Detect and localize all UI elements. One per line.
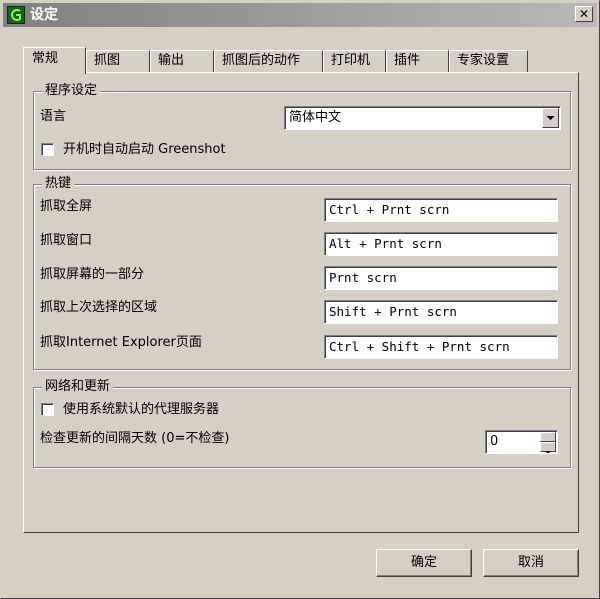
hotkey-field-last-region[interactable]: Shift + Prnt scrn xyxy=(324,300,558,324)
update-interval-label: 检查更新的间隔天数 (0=不检查) xyxy=(40,431,230,446)
chevron-down-icon[interactable] xyxy=(542,108,559,128)
hotkey-label-region: 抓取屏幕的一部分 xyxy=(40,267,145,282)
language-label: 语言 xyxy=(40,109,67,124)
close-button[interactable]: ✕ xyxy=(575,6,593,22)
hotkeys-group: 热键 抓取全屏 Ctrl + Prnt scrn 抓取窗口 Alt + Prnt… xyxy=(33,176,571,370)
hotkey-value: Ctrl + Prnt scrn xyxy=(329,202,450,217)
title-bar[interactable]: 设定 ✕ xyxy=(3,3,597,27)
hotkey-value: Shift + Prnt scrn xyxy=(329,304,457,319)
language-select[interactable]: 简体中文 xyxy=(284,106,561,130)
spin-down-icon[interactable] xyxy=(540,442,556,453)
hotkey-field-window[interactable]: Alt + Prnt scrn xyxy=(324,232,558,256)
group-title: 热键 xyxy=(42,176,75,192)
proxy-label: 使用系统默认的代理服务器 xyxy=(63,402,220,417)
hotkey-value: Alt + Prnt scrn xyxy=(329,236,442,251)
network-group: 网络和更新 使用系统默认的代理服务器 检查更新的间隔天数 (0=不检查) 0 xyxy=(33,379,571,468)
hotkey-value: Prnt scrn xyxy=(329,270,397,285)
update-interval-spinner[interactable]: 0 xyxy=(485,430,558,454)
cancel-button[interactable]: 取消 xyxy=(483,549,579,577)
tab-printer[interactable]: 打印机 xyxy=(323,50,386,72)
greenshot-app-icon xyxy=(7,6,25,24)
general-tab-panel: 程序设定 语言 简体中文 开机时自动启动 Greenshot 热键 抓取全屏 C… xyxy=(23,72,579,533)
tab-capture[interactable]: 抓图 xyxy=(86,50,150,72)
hotkey-label-ie: 抓取Internet Explorer页面 xyxy=(40,335,202,350)
hotkey-label-window: 抓取窗口 xyxy=(40,233,93,248)
tab-general[interactable]: 常规 xyxy=(23,47,86,74)
proxy-checkbox[interactable] xyxy=(41,403,54,416)
window-title: 设定 xyxy=(30,7,58,23)
update-interval-value: 0 xyxy=(490,434,499,449)
settings-window: 设定 ✕ 常规 抓图 输出 抓图后的动作 打印机 插件 专家设置 程序设定 语言… xyxy=(0,0,600,599)
hotkey-field-region[interactable]: Prnt scrn xyxy=(324,266,558,290)
autostart-checkbox[interactable] xyxy=(41,143,54,156)
hotkey-label-last-region: 抓取上次选择的区域 xyxy=(40,300,158,315)
program-settings-group: 程序设定 语言 简体中文 开机时自动启动 Greenshot xyxy=(33,83,571,170)
tab-after-capture[interactable]: 抓图后的动作 xyxy=(214,50,323,72)
spin-up-icon[interactable] xyxy=(540,432,556,445)
hotkey-value: Ctrl + Shift + Prnt scrn xyxy=(329,339,510,354)
close-icon: ✕ xyxy=(578,7,590,21)
hotkey-field-fullscreen[interactable]: Ctrl + Prnt scrn xyxy=(324,198,558,222)
language-select-value: 简体中文 xyxy=(289,110,342,125)
hotkey-label-fullscreen: 抓取全屏 xyxy=(40,199,93,214)
group-title: 程序设定 xyxy=(42,83,101,99)
hotkey-field-ie[interactable]: Ctrl + Shift + Prnt scrn xyxy=(324,335,558,359)
tab-output[interactable]: 输出 xyxy=(150,50,214,72)
tab-plugins[interactable]: 插件 xyxy=(386,50,449,72)
autostart-label: 开机时自动启动 Greenshot xyxy=(63,142,226,157)
tab-expert[interactable]: 专家设置 xyxy=(449,50,528,72)
group-title: 网络和更新 xyxy=(42,379,114,395)
ok-button[interactable]: 确定 xyxy=(376,549,472,577)
